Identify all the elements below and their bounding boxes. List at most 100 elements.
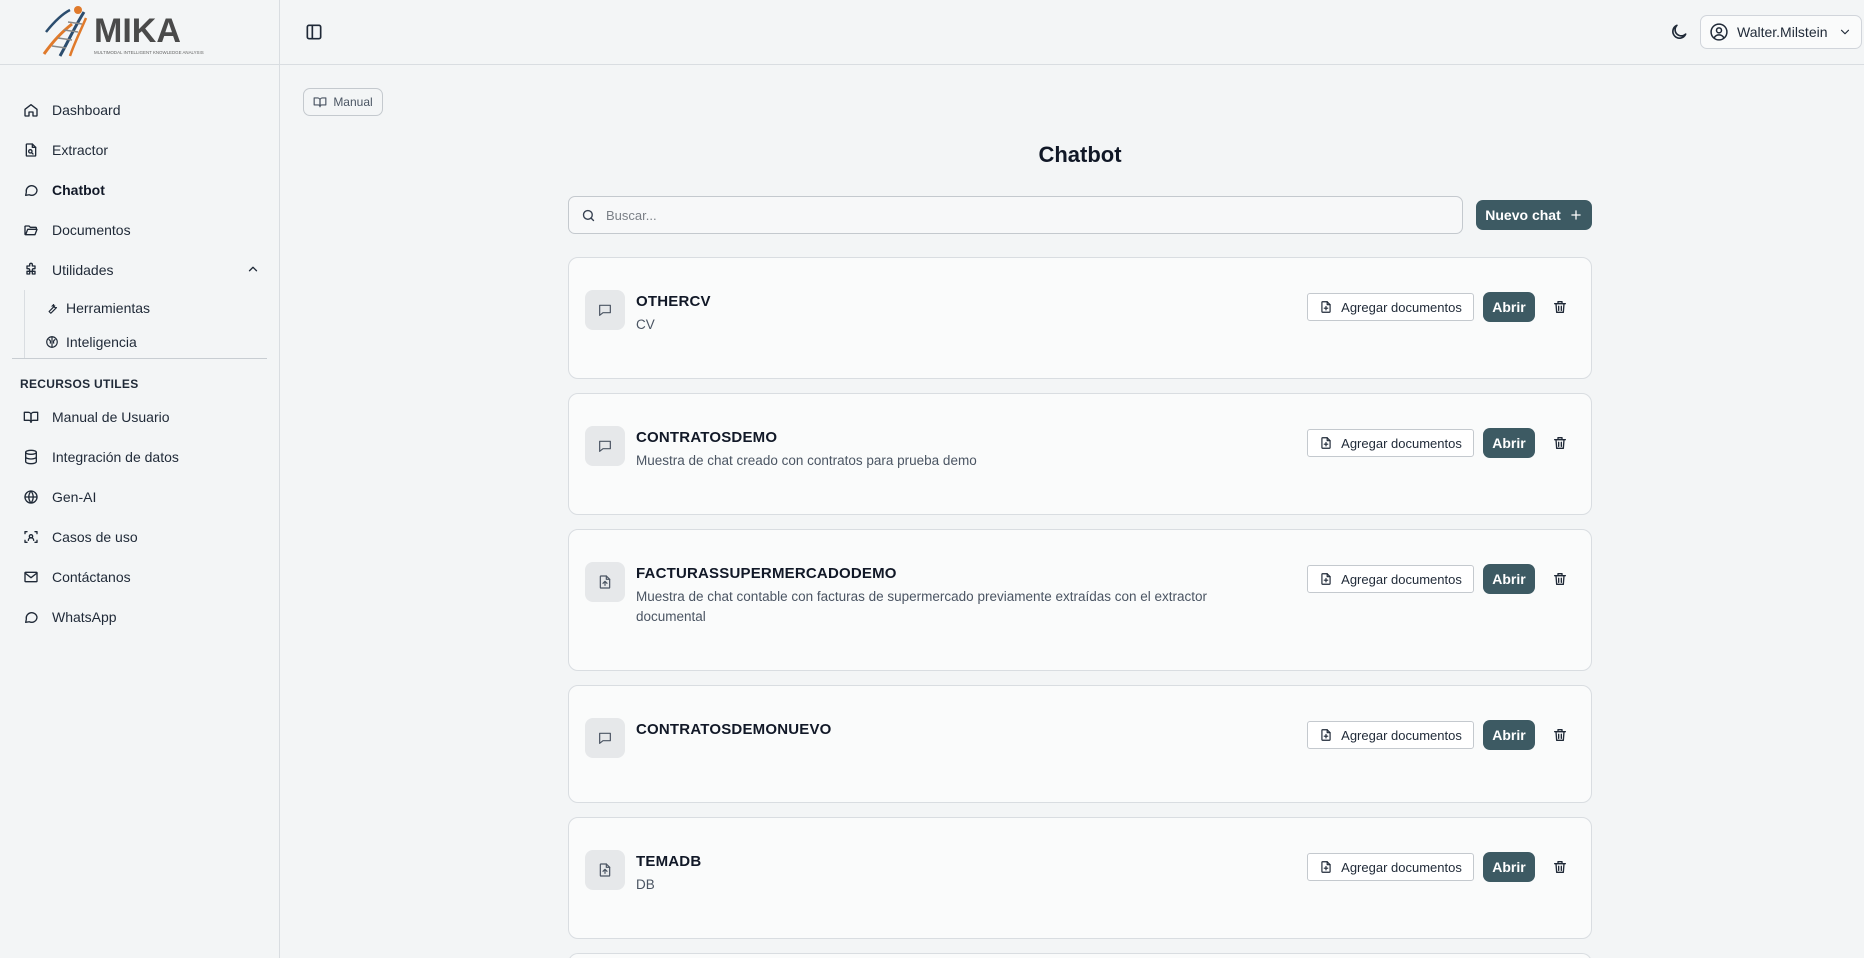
search-input[interactable] bbox=[606, 207, 1462, 223]
chat-title: CONTRATOSDEMO bbox=[636, 429, 778, 446]
moon-icon[interactable] bbox=[1669, 22, 1689, 42]
add-documents-button[interactable]: Agregar documentos bbox=[1307, 565, 1474, 593]
add-documents-label: Agregar documentos bbox=[1341, 727, 1462, 743]
new-chat-button[interactable]: Nuevo chat bbox=[1476, 200, 1592, 230]
chat-title: TEMADB bbox=[636, 853, 702, 870]
delete-chat-button[interactable] bbox=[1551, 298, 1569, 316]
open-chat-button[interactable]: Abrir bbox=[1483, 292, 1535, 322]
chat-title: CONTRATOSDEMONUEVO bbox=[636, 721, 832, 738]
search-box[interactable] bbox=[568, 196, 1463, 234]
brain-icon bbox=[44, 334, 60, 350]
chat-description: CV bbox=[636, 317, 655, 332]
sidebar-item-label: WhatsApp bbox=[52, 609, 117, 625]
delete-chat-button[interactable] bbox=[1551, 726, 1569, 744]
sidebar-item-manual-usuario[interactable]: Manual de Usuario bbox=[22, 404, 170, 430]
chevron-up-icon[interactable] bbox=[246, 262, 260, 276]
file-plus-icon bbox=[1321, 437, 1331, 449]
plus-icon bbox=[1571, 210, 1581, 220]
database-icon bbox=[22, 448, 40, 466]
submenu-guide-line bbox=[24, 290, 25, 358]
sidebar-item-label: Utilidades bbox=[52, 262, 114, 278]
wrench-icon bbox=[44, 300, 60, 316]
add-documents-button[interactable]: Agregar documentos bbox=[1307, 853, 1474, 881]
chat-title: FACTURASSUPERMERCADODEMO bbox=[636, 565, 897, 582]
chat-card: OTHERCV CV Agregar documentos Abrir bbox=[568, 257, 1592, 379]
sidebar-item-label: Contáctanos bbox=[52, 569, 131, 585]
user-menu-button[interactable]: Walter.Milstein bbox=[1700, 15, 1862, 49]
new-chat-label: Nuevo chat bbox=[1485, 207, 1561, 223]
file-plus-icon bbox=[1321, 573, 1331, 585]
sidebar: MIKA MULTIMODAL INTELLIGENT KNOWLEDGE AN… bbox=[0, 0, 280, 958]
scan-icon bbox=[22, 528, 40, 546]
book-open-icon bbox=[313, 97, 327, 108]
chat-bubble-icon bbox=[585, 290, 625, 330]
add-documents-label: Agregar documentos bbox=[1341, 299, 1462, 315]
sidebar-item-label: Dashboard bbox=[52, 102, 121, 118]
delete-chat-button[interactable] bbox=[1551, 858, 1569, 876]
folder-open-icon bbox=[22, 221, 40, 239]
trash-icon bbox=[1554, 573, 1566, 585]
sidebar-item-utilidades[interactable]: Utilidades bbox=[22, 257, 113, 283]
add-documents-button[interactable]: Agregar documentos bbox=[1307, 721, 1474, 749]
chat-bubble-icon bbox=[585, 426, 625, 466]
search-icon bbox=[582, 209, 595, 221]
chat-description: Muestra de chat creado con contratos par… bbox=[636, 453, 977, 468]
trash-icon bbox=[1554, 861, 1566, 873]
open-chat-button[interactable]: Abrir bbox=[1483, 428, 1535, 458]
brand-tagline: MULTIMODAL INTELLIGENT KNOWLEDGE ANALYSI… bbox=[94, 50, 204, 55]
file-plus-icon bbox=[1321, 861, 1331, 873]
sidebar-item-gen-ai[interactable]: Gen-AI bbox=[22, 484, 96, 510]
sidebar-item-whatsapp[interactable]: WhatsApp bbox=[22, 604, 117, 630]
globe-icon bbox=[22, 488, 40, 506]
chat-card: TEMADB DB Agregar documentos Abrir bbox=[568, 817, 1592, 939]
whatsapp-icon bbox=[22, 608, 40, 626]
sidebar-item-integracion-datos[interactable]: Integración de datos bbox=[22, 444, 179, 470]
mail-icon bbox=[22, 568, 40, 586]
sidebar-subitem-inteligencia[interactable]: Inteligencia bbox=[44, 329, 137, 355]
mika-logo-mark: MIKA MULTIMODAL INTELLIGENT KNOWLEDGE AN… bbox=[42, 6, 204, 57]
add-documents-button[interactable]: Agregar documentos bbox=[1307, 429, 1474, 457]
chat-bubble-icon bbox=[585, 718, 625, 758]
mika-logo[interactable]: MIKA MULTIMODAL INTELLIGENT KNOWLEDGE AN… bbox=[40, 2, 240, 64]
section-title-recursos: RECURSOS UTILES bbox=[20, 377, 139, 391]
sidebar-item-casos-uso[interactable]: Casos de uso bbox=[22, 524, 138, 550]
manual-button[interactable]: Manual bbox=[303, 88, 383, 116]
delete-chat-button[interactable] bbox=[1551, 434, 1569, 452]
user-name: Walter.Milstein bbox=[1737, 24, 1828, 40]
open-chat-button[interactable]: Abrir bbox=[1483, 852, 1535, 882]
trash-icon bbox=[1554, 437, 1566, 449]
top-bar: Walter.Milstein bbox=[280, 0, 1864, 65]
section-divider bbox=[12, 358, 267, 359]
chat-description: Muestra de chat contable con facturas de… bbox=[636, 589, 1208, 624]
file-plus-icon bbox=[1321, 729, 1331, 741]
manual-button-label: Manual bbox=[333, 95, 373, 109]
sidebar-item-dashboard[interactable]: Dashboard bbox=[22, 97, 121, 123]
user-circle-icon bbox=[1710, 23, 1728, 41]
chat-card: CONTRATOSDEMO Muestra de chat creado con… bbox=[568, 393, 1592, 515]
chat-card: FACTURASSUPERMERCADODEMO Muestra de chat… bbox=[568, 529, 1592, 671]
add-documents-label: Agregar documentos bbox=[1341, 435, 1462, 451]
sidebar-toggle-icon[interactable] bbox=[304, 22, 324, 42]
sidebar-subitem-herramientas[interactable]: Herramientas bbox=[44, 295, 150, 321]
sidebar-item-label: Extractor bbox=[52, 142, 109, 158]
sidebar-item-documentos[interactable]: Documentos bbox=[22, 217, 131, 243]
delete-chat-button[interactable] bbox=[1551, 570, 1569, 588]
sidebar-item-extractor[interactable]: Extractor bbox=[22, 137, 108, 163]
chat-description: DB bbox=[636, 877, 655, 892]
chevron-down-icon bbox=[1840, 29, 1849, 35]
open-chat-button[interactable]: Abrir bbox=[1483, 720, 1535, 750]
file-upload-icon bbox=[585, 562, 625, 602]
sidebar-item-chatbot[interactable]: Chatbot bbox=[22, 177, 105, 203]
sidebar-item-label: Casos de uso bbox=[52, 529, 138, 545]
sidebar-item-label: Chatbot bbox=[52, 182, 105, 198]
file-search-icon bbox=[22, 141, 40, 159]
sidebar-item-label: Gen-AI bbox=[52, 489, 97, 505]
book-open-icon bbox=[22, 408, 40, 426]
open-chat-button[interactable]: Abrir bbox=[1483, 564, 1535, 594]
file-upload-icon bbox=[585, 850, 625, 890]
chat-bubble-icon bbox=[22, 181, 40, 199]
chat-card: CONTRATOSDEMONUEVO Agregar documentos Ab… bbox=[568, 685, 1592, 803]
add-documents-button[interactable]: Agregar documentos bbox=[1307, 293, 1474, 321]
sidebar-item-contactanos[interactable]: Contáctanos bbox=[22, 564, 131, 590]
brand-name: MIKA bbox=[94, 12, 181, 50]
